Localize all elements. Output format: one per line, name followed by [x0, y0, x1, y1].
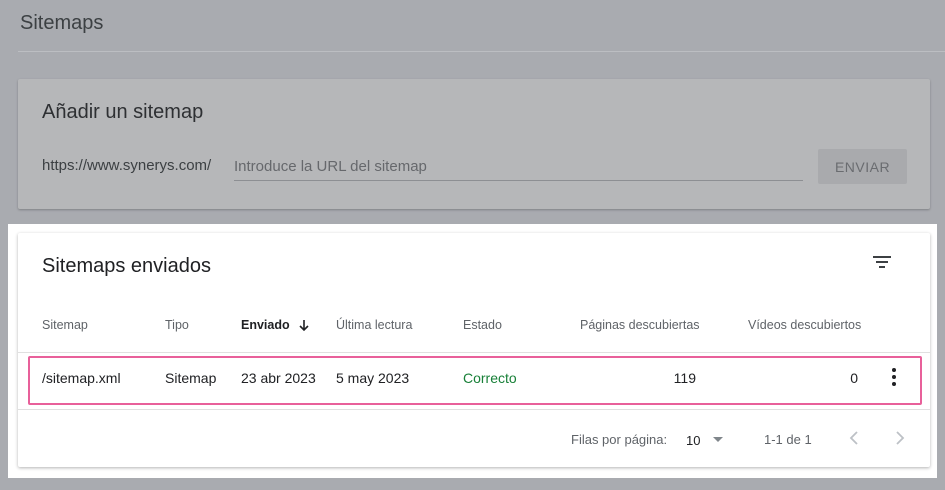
cell-videos: 0	[850, 370, 858, 386]
site-url-prefix: https://www.synerys.com/	[42, 157, 212, 174]
cell-submitted: 23 abr 2023	[241, 370, 316, 386]
filter-list-icon	[873, 255, 891, 268]
table-divider	[18, 352, 930, 353]
cell-sitemap: /sitemap.xml	[42, 370, 121, 386]
rows-per-page-select[interactable]: 10	[686, 429, 732, 451]
column-header-last-read[interactable]: Última lectura	[336, 318, 412, 332]
column-header-videos[interactable]: Vídeos descubiertos	[748, 318, 861, 332]
add-sitemap-title: Añadir un sitemap	[42, 101, 204, 123]
next-page-button[interactable]	[890, 428, 910, 450]
sitemap-url-input[interactable]	[234, 153, 803, 181]
column-header-sitemap[interactable]: Sitemap	[42, 318, 88, 332]
cell-pages: 119	[673, 370, 696, 386]
column-header-submitted[interactable]: Enviado	[241, 318, 310, 332]
column-header-pages[interactable]: Páginas descubiertas	[580, 318, 700, 332]
row-more-button[interactable]	[886, 366, 902, 390]
rows-per-page-label: Filas por página:	[571, 432, 668, 447]
cell-status: Correcto	[463, 370, 517, 386]
dropdown-arrow-icon	[713, 437, 724, 442]
arrow-down-icon	[299, 319, 309, 331]
column-header-status[interactable]: Estado	[463, 318, 502, 332]
cell-last-read: 5 may 2023	[336, 370, 410, 386]
submitted-sitemaps-title: Sitemaps enviados	[42, 255, 211, 277]
filter-button[interactable]	[868, 251, 896, 275]
cell-type: Sitemap	[165, 370, 217, 386]
more-vert-icon	[892, 367, 896, 386]
column-header-type[interactable]: Tipo	[165, 318, 189, 332]
rows-per-page-value: 10	[686, 432, 701, 448]
chevron-left-icon	[849, 430, 858, 445]
pagination-range: 1-1 de 1	[764, 432, 812, 447]
chevron-right-icon	[896, 430, 905, 445]
previous-page-button[interactable]	[844, 428, 864, 450]
submit-sitemap-button[interactable]: ENVIAR	[818, 149, 907, 184]
page-title: Sitemaps	[20, 12, 104, 34]
submitted-sitemaps-card: Sitemaps enviados Sitemap Tipo Enviado Ú…	[18, 233, 930, 467]
title-divider	[18, 51, 945, 52]
table-divider	[18, 409, 930, 410]
column-header-submitted-label: Enviado	[241, 318, 290, 332]
add-sitemap-card: Añadir un sitemap https://www.synerys.co…	[18, 79, 930, 209]
